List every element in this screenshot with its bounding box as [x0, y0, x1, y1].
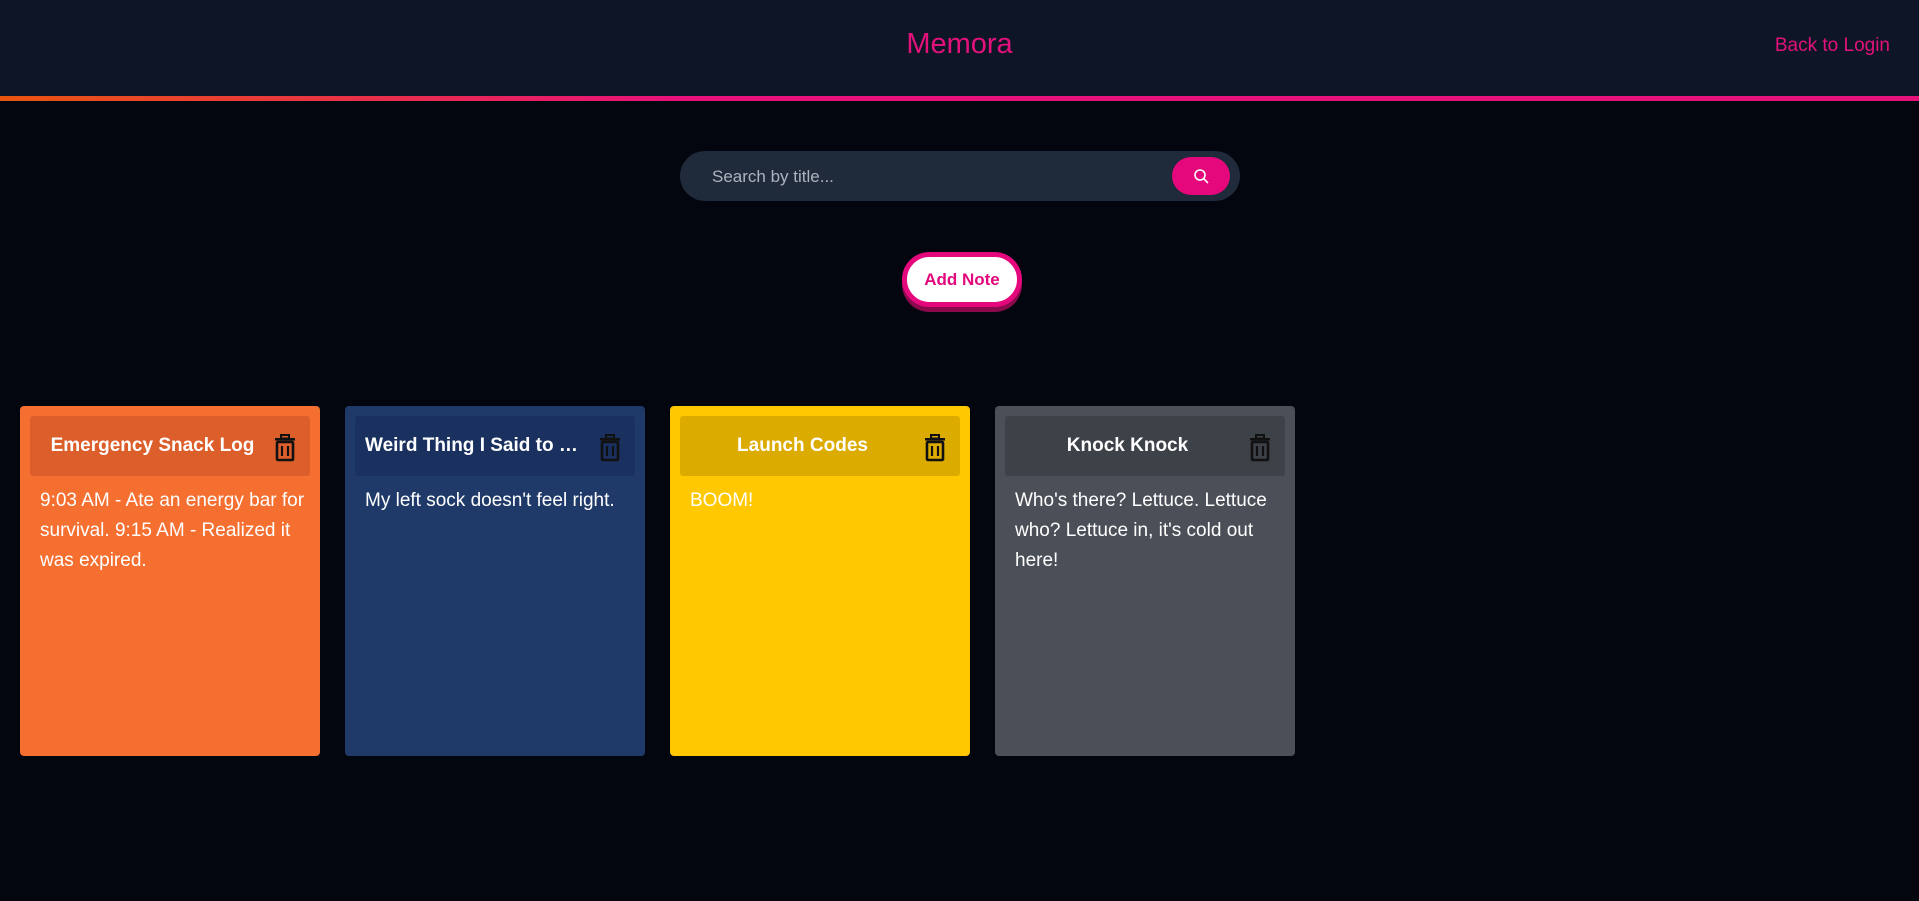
note-title: Knock Knock: [1066, 435, 1189, 456]
trash-icon[interactable]: [272, 434, 298, 462]
note-title: Emergency Snack Log: [50, 435, 255, 456]
note-title: Launch Codes: [737, 435, 868, 456]
note-card[interactable]: Emergency Snack Log 9:03 AM - Ate an ene…: [20, 406, 320, 756]
search-bar: [680, 151, 1240, 203]
note-body: Who's there? Lettuce. Lettuce who? Lettu…: [1015, 490, 1267, 571]
note-card[interactable]: Weird Thing I Said to My ... My left soc…: [345, 406, 645, 756]
search-button[interactable]: [1172, 157, 1230, 195]
note-card-header: Emergency Snack Log: [30, 416, 310, 476]
note-card[interactable]: Launch Codes BOOM!: [670, 406, 970, 756]
app-title: Memora: [906, 28, 1013, 60]
add-note-button[interactable]: Add Note: [902, 252, 1022, 307]
header-accent-line: [0, 96, 1919, 101]
note-card[interactable]: Knock Knock Who's there? Lettuce. Lettuc…: [995, 406, 1295, 756]
note-body: 9:03 AM - Ate an energy bar for survival…: [40, 490, 305, 571]
note-body: BOOM!: [690, 490, 754, 511]
back-to-login-link[interactable]: Back to Login: [1775, 35, 1890, 57]
search-icon: [1194, 169, 1209, 184]
note-card-header: Launch Codes: [680, 416, 960, 476]
trash-icon[interactable]: [1247, 434, 1273, 462]
note-title: Weird Thing I Said to My ...: [365, 435, 590, 456]
top-bar: Memora Back to Login: [0, 0, 1919, 96]
search-input[interactable]: [710, 151, 1134, 203]
note-card-header: Knock Knock: [1005, 416, 1285, 476]
trash-icon[interactable]: [597, 434, 623, 462]
note-body: My left sock doesn't feel right.: [365, 490, 615, 511]
note-card-header: Weird Thing I Said to My ...: [355, 416, 635, 476]
trash-icon[interactable]: [922, 434, 948, 462]
